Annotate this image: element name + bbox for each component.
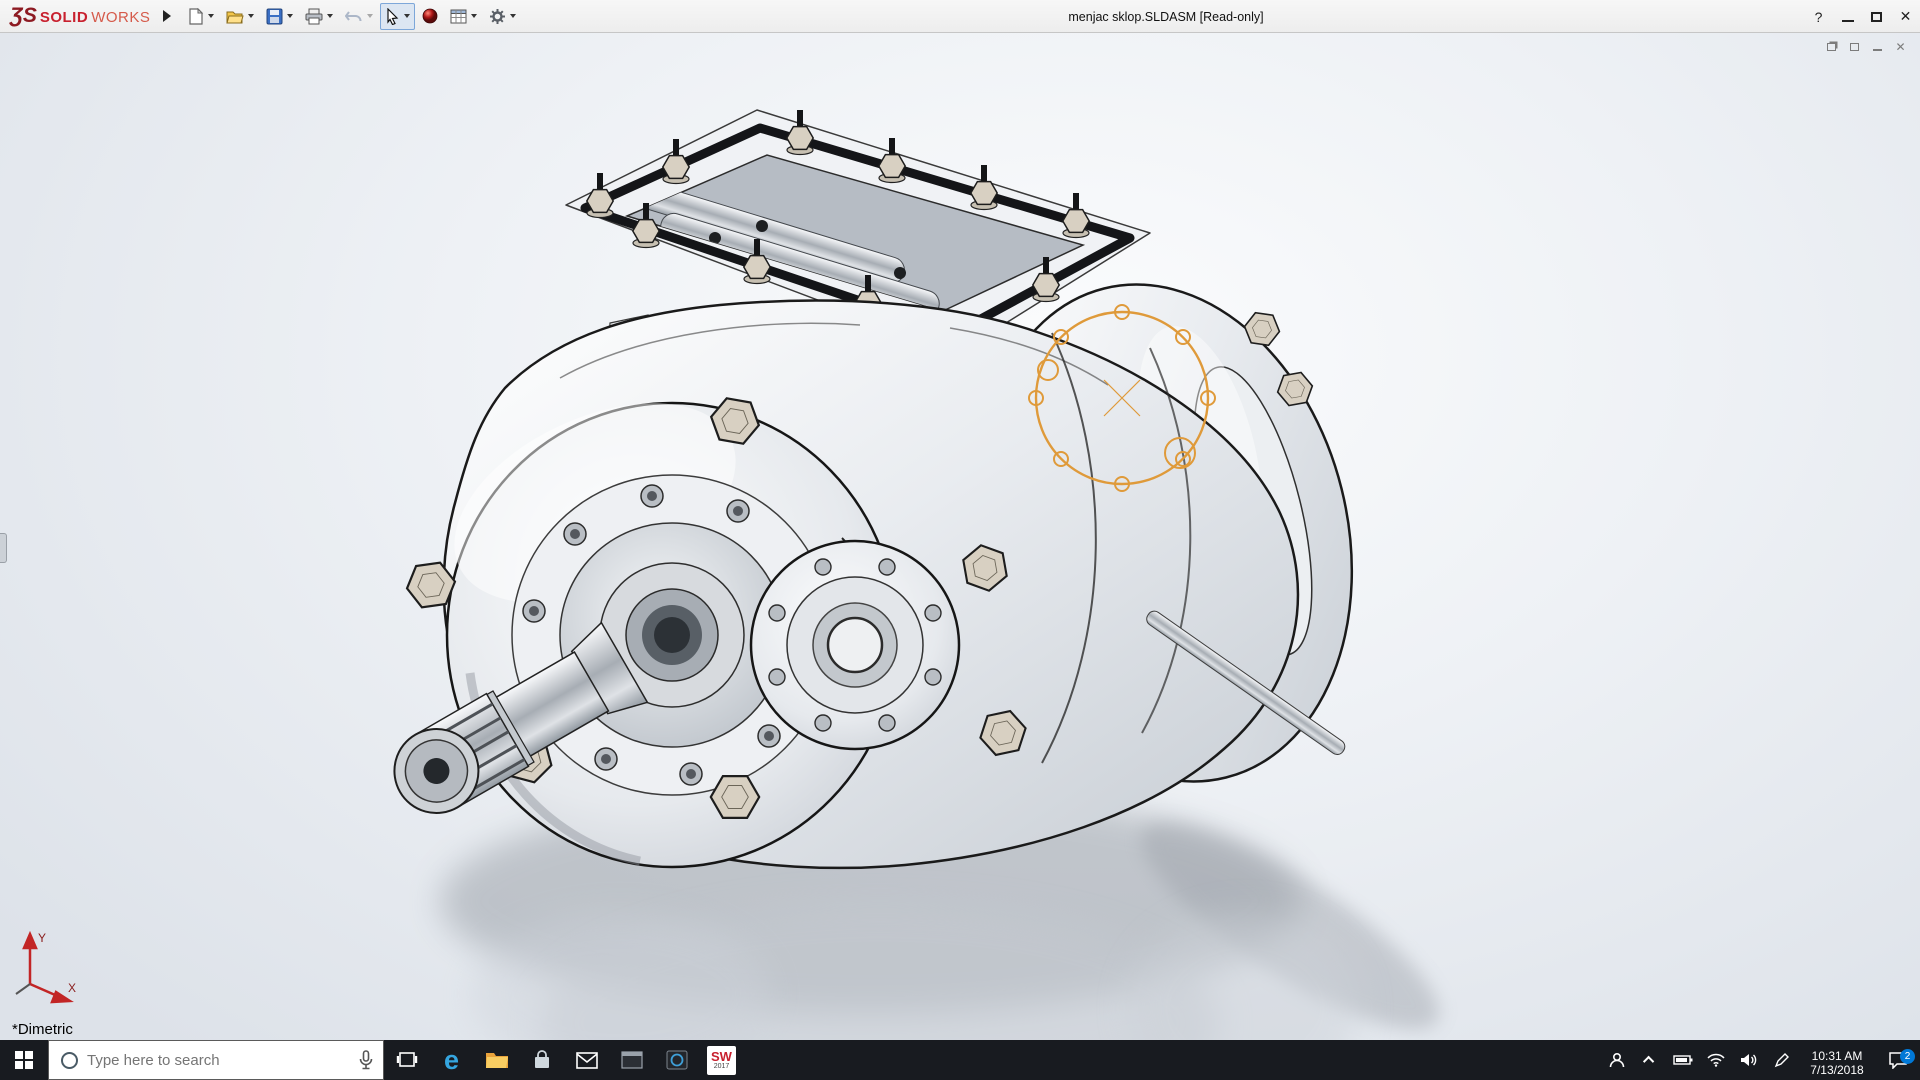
new-document-button[interactable] <box>182 3 219 30</box>
print-icon <box>305 8 323 25</box>
design-table-caret-icon <box>471 14 477 18</box>
design-table-icon <box>450 8 467 25</box>
solidworks-taskbar-button[interactable]: SW 2017 <box>699 1040 744 1080</box>
ds-logo-icon: ƷS <box>10 4 37 28</box>
options-button[interactable] <box>484 3 521 30</box>
quick-access-toolbar <box>182 3 521 30</box>
media-app-icon <box>666 1050 688 1070</box>
save-icon <box>266 8 283 25</box>
action-center-button[interactable]: 2 <box>1876 1051 1920 1069</box>
menu-flyout-button[interactable] <box>158 4 176 28</box>
media-app-button[interactable] <box>654 1040 699 1080</box>
save-caret-icon <box>287 14 293 18</box>
undo-caret-icon <box>367 14 373 18</box>
pen-button[interactable] <box>1765 1040 1798 1080</box>
design-table-button[interactable] <box>445 3 482 30</box>
console-window-button[interactable] <box>609 1040 654 1080</box>
view-orientation-label: *Dimetric <box>12 1021 73 1038</box>
gearbox-assembly-model[interactable] <box>0 33 1920 1040</box>
brand-name-bold: SOLID <box>40 9 88 26</box>
people-button[interactable] <box>1600 1040 1633 1080</box>
solidworks-logo: ƷS SOLID WORKS <box>0 4 150 28</box>
open-caret-icon <box>248 14 254 18</box>
chevron-up-icon <box>1642 1056 1653 1067</box>
open-button[interactable] <box>221 3 259 30</box>
print-caret-icon <box>327 14 333 18</box>
store-button[interactable] <box>519 1040 564 1080</box>
title-bar: ƷS SOLID WORKS <box>0 0 1920 33</box>
mail-envelope-icon <box>576 1052 598 1069</box>
triad-y-label: Y <box>38 931 46 945</box>
open-icon <box>226 8 244 25</box>
mail-button[interactable] <box>564 1040 609 1080</box>
help-button[interactable]: ? <box>1804 0 1833 33</box>
solidworks-icon: SW 2017 <box>707 1046 736 1075</box>
people-icon <box>1608 1051 1626 1069</box>
minimize-icon <box>1842 20 1854 22</box>
volume-button[interactable] <box>1732 1040 1765 1080</box>
edge-icon: e <box>444 1047 459 1074</box>
system-tray: 10:31 AM 7/13/2018 2 <box>1600 1040 1920 1080</box>
undo-button[interactable] <box>340 3 378 30</box>
new-document-icon <box>187 8 204 25</box>
document-title: menjac sklop.SLDASM [Read-only] <box>1068 0 1263 33</box>
graphics-viewport[interactable]: ✕ <box>0 33 1920 1040</box>
taskbar-clock[interactable]: 10:31 AM 7/13/2018 <box>1798 1044 1876 1077</box>
reference-triad[interactable]: Y X <box>8 922 88 1012</box>
print-button[interactable] <box>300 3 338 30</box>
edge-button[interactable]: e <box>429 1040 474 1080</box>
windows-taskbar: e <box>0 1040 1920 1080</box>
clock-time: 10:31 AM <box>1798 1049 1876 1063</box>
select-cursor-icon <box>385 8 400 25</box>
maximize-icon <box>1871 12 1882 22</box>
notification-badge: 2 <box>1900 1049 1915 1064</box>
search-input[interactable] <box>87 1052 349 1069</box>
front-boss-right[interactable] <box>751 538 959 749</box>
task-view-button[interactable] <box>384 1040 429 1080</box>
file-explorer-button[interactable] <box>474 1040 519 1080</box>
window-controls: ? ✕ <box>1804 0 1920 33</box>
store-bag-icon <box>532 1050 552 1070</box>
close-button[interactable]: ✕ <box>1891 0 1920 33</box>
microphone-icon[interactable] <box>359 1050 373 1070</box>
undo-icon <box>345 8 363 24</box>
file-explorer-icon <box>485 1050 509 1070</box>
windows-logo-icon <box>15 1051 33 1069</box>
speaker-icon <box>1740 1052 1758 1068</box>
pen-icon <box>1774 1052 1790 1068</box>
maximize-button[interactable] <box>1862 0 1891 33</box>
brand-name-light: WORKS <box>91 9 150 26</box>
save-button[interactable] <box>261 3 298 30</box>
minimize-button[interactable] <box>1833 0 1862 33</box>
task-view-icon <box>396 1050 418 1070</box>
clock-date: 7/13/2018 <box>1798 1063 1876 1077</box>
triad-x-label: X <box>68 981 76 995</box>
select-tool-button[interactable] <box>380 3 415 30</box>
solidworks-window: ƷS SOLID WORKS <box>0 0 1920 1080</box>
appearance-button[interactable] <box>417 3 443 30</box>
hidden-icons-button[interactable] <box>1633 1040 1666 1080</box>
battery-icon <box>1673 1054 1693 1066</box>
options-caret-icon <box>510 14 516 18</box>
cortana-icon <box>61 1052 78 1069</box>
wifi-icon <box>1707 1053 1725 1067</box>
flyout-arrow-icon <box>163 10 171 22</box>
new-caret-icon <box>208 14 214 18</box>
select-caret-icon <box>404 14 410 18</box>
network-button[interactable] <box>1699 1040 1732 1080</box>
taskbar-search[interactable] <box>48 1040 384 1080</box>
appearance-sphere-icon <box>422 8 438 24</box>
battery-button[interactable] <box>1666 1040 1699 1080</box>
console-window-icon <box>621 1051 643 1069</box>
start-button[interactable] <box>0 1040 48 1080</box>
options-gear-icon <box>489 8 506 25</box>
